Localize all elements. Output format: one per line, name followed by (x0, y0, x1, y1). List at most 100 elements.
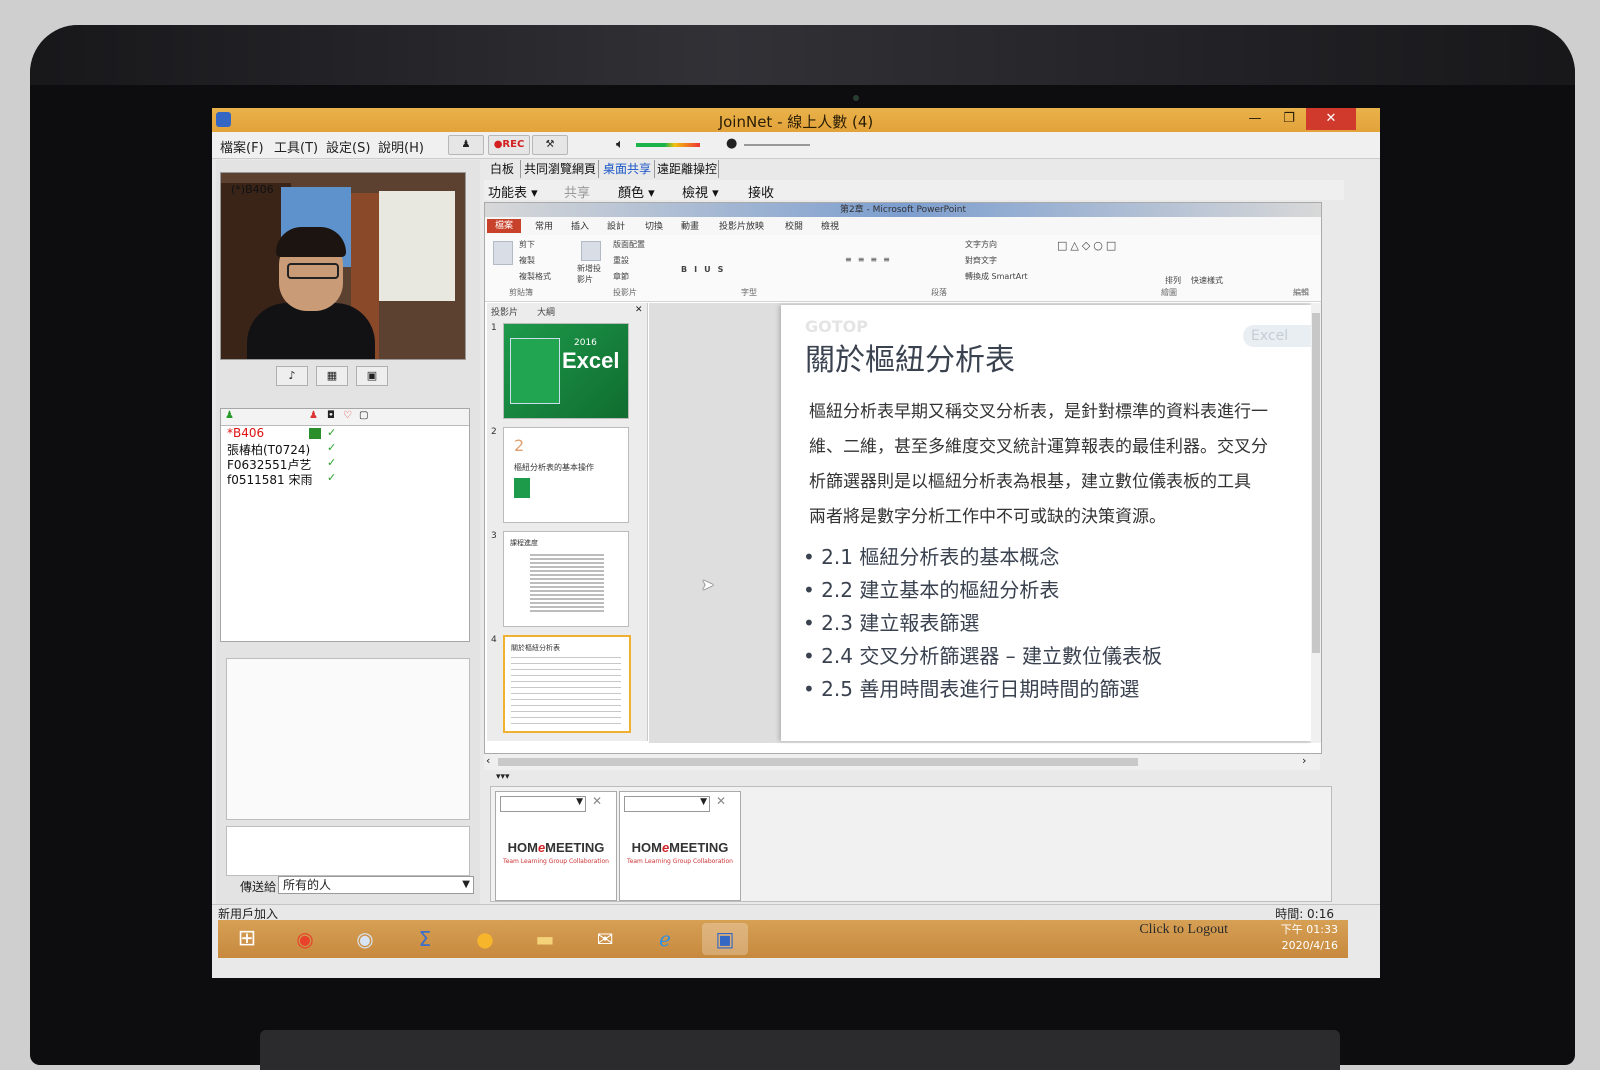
font-format-icons[interactable]: BIUS (681, 265, 730, 274)
view-button[interactable]: 檢視 ▾ (682, 182, 719, 201)
menu-settings[interactable]: 設定(S) (326, 137, 370, 156)
function-menu-button[interactable]: 功能表 ▾ (488, 182, 538, 201)
text-direction-button[interactable]: 文字方向 (965, 239, 997, 250)
quick-styles-button[interactable]: 快速樣式 (1191, 275, 1223, 286)
tab-whiteboard[interactable]: 白板 (484, 160, 521, 178)
send-to-select[interactable]: 所有的人 ▼ (278, 876, 474, 894)
paragraph-align-icons[interactable]: ≡≡≡≡ (845, 255, 896, 264)
ppt-file-tab[interactable]: 檔案 (487, 219, 521, 233)
chevron-down-icon[interactable]: ▼ (462, 877, 470, 893)
slide-thumbnail-1[interactable]: 2016 Excel (503, 323, 629, 419)
cut-button[interactable]: 剪下 (519, 239, 535, 250)
user-row[interactable]: *B406 ✓ (221, 426, 469, 441)
participant-video[interactable]: ▼ ✕ HOMeMEETING Team Learning Group Coll… (495, 791, 617, 901)
speaker-icon[interactable]: 🔈︎ (616, 137, 624, 152)
section-button[interactable]: 章節 (613, 271, 629, 282)
user-row[interactable]: F0632551卢艺 ✓ (221, 456, 469, 472)
menu-tools[interactable]: 工具(T) (274, 137, 318, 156)
bullet-item: • 2.3 建立報表篩選 (803, 611, 980, 635)
slide-thumbnail-4[interactable]: 關於樞紐分析表 (503, 635, 631, 733)
arrange-button[interactable]: 排列 (1165, 275, 1181, 286)
layout-button[interactable]: 版面配置 (613, 239, 645, 250)
chevron-down-icon[interactable]: ▼ (576, 797, 583, 807)
new-slide-button[interactable]: 新增投影片 (577, 263, 605, 285)
ppt-tab-slideshow[interactable]: 投影片放映 (719, 219, 764, 232)
pane-tab-slides[interactable]: 投影片 (491, 305, 518, 318)
vertical-scroll-thumb[interactable] (1312, 313, 1320, 653)
format-painter-button[interactable]: 複製格式 (519, 271, 551, 282)
start-icon[interactable]: ⊞ (224, 923, 270, 955)
expand-strip-icon[interactable]: ▾▾▾ (496, 772, 510, 782)
restore-button[interactable]: ❐ (1272, 108, 1306, 130)
scroll-left-icon[interactable]: ‹ (486, 754, 490, 767)
participant-video[interactable]: ▼ ✕ HOMeMEETING Team Learning Group Coll… (619, 791, 741, 901)
current-slide[interactable]: GOTOP Excel 關於樞紐分析表 樞紐分析表早期又稱交叉分析表，是針對標準… (781, 305, 1311, 741)
shared-desktop[interactable]: 第2章 - Microsoft PowerPoint 檔案 常用 插入 設計 切… (484, 202, 1322, 754)
ppt-tab-design[interactable]: 設計 (607, 219, 625, 232)
horizontal-scrollbar[interactable]: ‹ › (484, 754, 1320, 770)
slide-thumbnail-2[interactable]: 2 樞紐分析表的基本操作 (503, 427, 629, 523)
menubar: 檔案(F) 工具(T) 設定(S) 說明(H) ♟ ●REC ⚒ 🔈︎ ● (212, 132, 1380, 159)
participant-select[interactable]: ▼ (624, 796, 710, 812)
ppt-tab-animations[interactable]: 動畫 (681, 219, 699, 232)
user-icon[interactable]: ♟ (448, 135, 484, 155)
menu-file[interactable]: 檔案(F) (220, 137, 264, 156)
microphone-toggle-icon[interactable]: ♪ (276, 366, 308, 386)
camera-icon[interactable]: ▣ (356, 366, 388, 386)
slide-thumbnail-3[interactable]: 課程進度 (503, 531, 629, 627)
horizontal-scroll-thumb[interactable] (498, 758, 1138, 766)
receive-button[interactable]: 接收 (748, 182, 774, 201)
notes-icon[interactable]: ● (462, 923, 508, 955)
close-video-icon[interactable]: ✕ (592, 794, 602, 808)
record-button[interactable]: ●REC (488, 135, 530, 155)
new-slide-icon[interactable] (581, 241, 601, 261)
ppt-tab-review[interactable]: 校閱 (785, 219, 803, 232)
user-row[interactable]: f0511581 宋雨 ✓ (221, 471, 469, 487)
calculator-icon[interactable]: Σ (402, 923, 448, 955)
align-text-button[interactable]: 對齊文字 (965, 255, 997, 266)
mail-icon[interactable]: ✉ (582, 923, 628, 955)
participant-select[interactable]: ▼ (500, 796, 586, 812)
copy-button[interactable]: 複製 (519, 255, 535, 266)
presenter-video[interactable]: (*)B406 (220, 172, 466, 360)
ppt-tab-view[interactable]: 檢視 (821, 219, 839, 232)
paste-icon[interactable] (493, 241, 513, 265)
chrome-icon[interactable]: ◉ (282, 923, 328, 955)
system-clock[interactable]: 下午 01:33 2020/4/16 (1281, 922, 1338, 954)
ppt-tab-home[interactable]: 常用 (535, 219, 553, 232)
share-button[interactable]: 共享 (564, 182, 590, 201)
logout-link[interactable]: Click to Logout (1139, 922, 1228, 938)
chat-input[interactable] (226, 826, 470, 876)
user-name: f0511581 宋雨 (227, 473, 313, 487)
reset-button[interactable]: 重設 (613, 255, 629, 266)
user-row[interactable]: 張椿柏(T0724) ✓ (221, 441, 469, 457)
minimize-button[interactable]: — (1238, 108, 1272, 130)
chevron-down-icon[interactable]: ▼ (700, 797, 707, 807)
color-button[interactable]: 顏色 ▾ (618, 182, 655, 201)
mic-slider[interactable] (744, 144, 810, 146)
chat-log[interactable] (226, 658, 470, 820)
microphone-icon[interactable]: ● (726, 136, 737, 151)
tab-cobrowse[interactable]: 共同瀏覽網頁 (522, 160, 599, 178)
ppt-tab-transitions[interactable]: 切換 (645, 219, 663, 232)
volume-meter[interactable] (636, 143, 700, 147)
ppt-tab-insert[interactable]: 插入 (571, 219, 589, 232)
close-video-icon[interactable]: ✕ (716, 794, 726, 808)
ie-icon[interactable]: ℯ (642, 923, 688, 955)
scroll-right-icon[interactable]: › (1302, 754, 1306, 767)
vertical-scrollbar[interactable] (1311, 303, 1321, 743)
joinnet-icon[interactable]: ▣ (702, 923, 748, 955)
video-switch-icon[interactable]: ▦ (316, 366, 348, 386)
shapes-gallery-icon[interactable]: □△◇○□ (1057, 239, 1119, 252)
menu-help[interactable]: 說明(H) (378, 137, 424, 156)
tab-desktop-share[interactable]: 桌面共享 (600, 160, 655, 178)
folder-icon[interactable]: ▬ (522, 923, 568, 955)
slide-title: 關於樞紐分析表 (805, 343, 1015, 378)
close-button[interactable]: ✕ (1306, 108, 1356, 130)
wrench-icon[interactable]: ⚒ (532, 135, 568, 155)
tab-remote-control[interactable]: 遠距離操控 (656, 160, 719, 178)
pane-tab-outline[interactable]: 大綱 (537, 305, 555, 318)
chrome-alt-icon[interactable]: ◉ (342, 923, 388, 955)
pane-close-icon[interactable]: ✕ (635, 305, 643, 315)
smartart-button[interactable]: 轉換成 SmartArt (965, 271, 1028, 282)
